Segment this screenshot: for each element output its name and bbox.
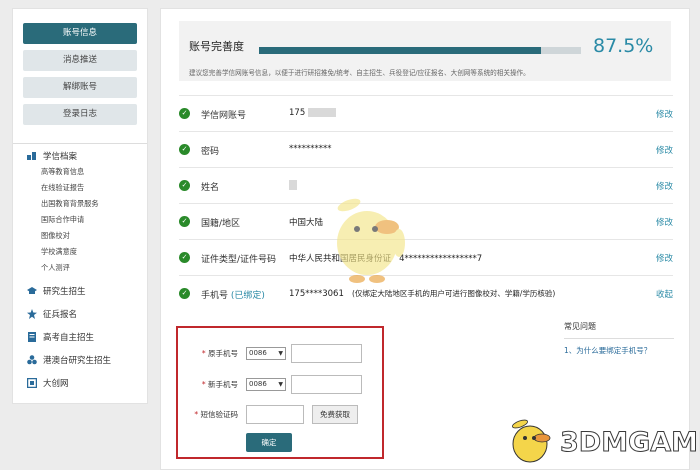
faq-link[interactable]: 1、为什么要绑定手机号？ [564,338,674,356]
info-row-phone: ✓ 手机号 (已绑定) 175****3061 (仅绑定大陆地区手机的用户可进行… [179,275,673,311]
sidebar-button-account-info[interactable]: 账号信息 [23,23,137,44]
duck-logo-icon [512,419,551,463]
watermark-text: 3DMGAME [559,426,700,458]
new-country-code-select[interactable]: 0086 ▼ [246,378,286,391]
sidebar: 账号信息 消息推送 解绑账号 登录日志 学信档案 高等教育信息 在线验证报告 出… [12,8,148,404]
sms-code-input[interactable] [246,405,304,424]
row-label: 学信网账号 [201,111,247,121]
graduation-cap-icon [27,287,37,294]
collapse-link[interactable]: 收起 [656,288,673,300]
sidebar-subitem[interactable]: 国际合作申请 [41,215,84,225]
star-badge-icon [27,309,37,319]
completeness-progress-fill [259,47,541,54]
sidebar-button-unbind-account[interactable]: 解绑账号 [23,77,137,98]
modify-link[interactable]: 修改 [656,108,673,120]
completeness-percent: 87.5% [593,35,654,57]
site-watermark: 3DMGAME [508,418,700,466]
archive-icon [27,152,36,160]
faq-panel: 常见问题 1、为什么要绑定手机号？ [564,321,674,356]
modify-link[interactable]: 修改 [656,180,673,192]
row-value: 175****3061 (仅绑定大陆地区手机的用户可进行图像校对、学籍/学历核验… [289,289,556,299]
completeness-title: 账号完善度 [189,40,244,53]
row-value: 中国大陆 [289,218,324,228]
sidebar-category-label: 港澳台研究生招生 [43,356,112,366]
phone-note: (仅绑定大陆地区手机的用户可进行图像校对、学籍/学历核验) [351,289,556,298]
bound-tag: (已绑定) [230,291,265,301]
check-icon: ✓ [179,108,190,119]
modify-link[interactable]: 修改 [656,216,673,228]
check-icon: ✓ [179,252,190,263]
row-label: 证件类型/证件号码 [201,255,277,265]
sidebar-category-gaokao[interactable]: 高考自主招生 [27,331,94,343]
sidebar-category-label: 研究生招生 [43,287,86,297]
sidebar-category-hmt[interactable]: 港澳台研究生招生 [27,354,111,366]
completeness-panel: 账号完善度 87.5% 建议您完善学信网账号信息，以便于进行研招推免/统考、自主… [179,21,671,81]
info-row-name: ✓ 姓名 修改 [179,167,673,203]
submit-button[interactable]: 确定 [246,433,292,452]
dropdown-arrow-icon: ▼ [278,350,283,357]
completeness-progress-bar [259,47,581,54]
sidebar-subitem[interactable]: 学校满意度 [41,247,77,257]
sms-code-label: * 短信验证码 [194,410,238,419]
sidebar-divider [13,143,147,144]
modify-link[interactable]: 修改 [656,252,673,264]
sidebar-subitem[interactable]: 图像校对 [41,231,70,241]
check-icon: ✓ [179,288,190,299]
row-label: 手机号 (已绑定) [201,291,265,301]
sidebar-category-label: 学信档案 [43,152,78,162]
cluster-icon [27,355,37,365]
row-value: 175 [289,108,337,118]
completeness-hint: 建议您完善学信网账号信息，以便于进行研招推免/统考、自主招生、兵役登记/应征报名… [189,69,530,77]
get-code-button[interactable]: 免费获取 [312,405,358,424]
old-phone-label: * 原手机号 [201,349,238,358]
row-label: 国籍/地区 [201,219,241,229]
old-country-code-select[interactable]: 0086 ▼ [246,347,286,360]
check-icon: ✓ [179,180,190,191]
change-phone-form: * 原手机号 0086 ▼ * 新手机号 0086 ▼ * 短信验证码 免费获取 确… [176,326,384,459]
sidebar-category-enlistment[interactable]: 征兵报名 [27,308,77,320]
blurred-text [308,108,337,117]
sidebar-category-grad-admission[interactable]: 研究生招生 [27,285,86,297]
sidebar-category-dachuang[interactable]: 大创网 [27,377,69,389]
sidebar-category-archive[interactable]: 学信档案 [27,150,77,162]
modify-link[interactable]: 修改 [656,144,673,156]
new-phone-input[interactable] [291,375,362,394]
sidebar-category-label: 高考自主招生 [43,333,95,343]
sidebar-subitem[interactable]: 个人测评 [41,263,70,273]
duck-mascot-watermark [337,198,405,283]
row-label: 姓名 [201,183,220,193]
blurred-text [289,180,297,190]
main-panel: 账号完善度 87.5% 建议您完善学信网账号信息，以便于进行研招推免/统考、自主… [160,8,690,470]
frame-icon [27,378,37,388]
check-icon: ✓ [179,216,190,227]
new-phone-label: * 新手机号 [201,380,238,389]
info-row-account: ✓ 学信网账号 175 修改 [179,95,673,131]
check-icon: ✓ [179,144,190,155]
sidebar-subitem[interactable]: 高等教育信息 [41,167,84,177]
sidebar-category-label: 征兵报名 [43,310,78,320]
sidebar-button-messages[interactable]: 消息推送 [23,50,137,71]
document-icon [28,332,36,342]
info-row-nationality: ✓ 国籍/地区 中国大陆 修改 [179,203,673,239]
row-label: 密码 [201,147,220,157]
info-row-id: ✓ 证件类型/证件号码 中华人民共和国居民身份证 4**************… [179,239,673,275]
row-value: ********** [289,144,332,154]
dropdown-arrow-icon: ▼ [278,381,283,388]
faq-title: 常见问题 [564,322,596,331]
row-value [289,180,297,191]
sidebar-subitem[interactable]: 在线验证报告 [41,183,84,193]
sidebar-category-label: 大创网 [43,379,69,389]
sidebar-button-login-log[interactable]: 登录日志 [23,104,137,125]
sidebar-subitem[interactable]: 出国教育背景服务 [41,199,99,209]
old-phone-input[interactable] [291,344,362,363]
info-row-password: ✓ 密码 ********** 修改 [179,131,673,167]
